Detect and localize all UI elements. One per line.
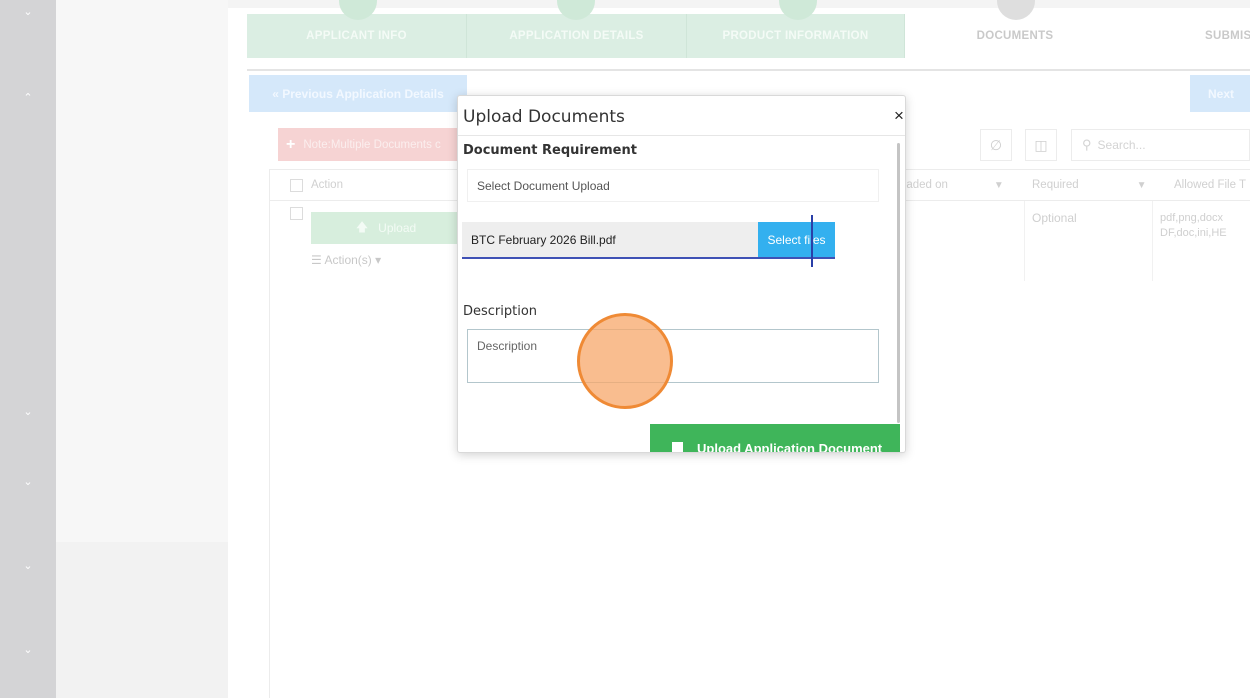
columns-icon: ◫ — [1034, 136, 1048, 153]
close-icon[interactable]: × — [894, 106, 904, 126]
chevron-down-icon[interactable]: ⌄ — [20, 558, 36, 574]
description-placeholder: Description — [477, 339, 538, 353]
hamburger-icon: ☰ — [311, 253, 322, 267]
step-applicant-info[interactable]: APPLICANT INFO — [247, 0, 467, 58]
next-step-button[interactable]: Next — [1190, 75, 1250, 112]
header-label: Allowed File T — [1174, 179, 1247, 191]
save-icon — [672, 442, 683, 452]
steps-divider — [247, 69, 1250, 71]
chevron-down-icon[interactable]: ⌄ — [20, 404, 36, 420]
cell-required: Optional — [1032, 211, 1077, 225]
header-required[interactable]: Required ▼ — [1032, 170, 1147, 200]
text-cursor — [811, 215, 813, 267]
chevron-up-icon[interactable]: ⌃ — [20, 90, 36, 106]
step-label: PRODUCT INFORMATION — [722, 30, 869, 42]
header-allowed-file-types[interactable]: Allowed File T — [1174, 170, 1246, 200]
step-indicator — [557, 0, 595, 20]
row-actions-menu[interactable]: ☰ Action(s) ▾ — [311, 253, 381, 267]
upload-application-document-button[interactable]: Upload Application Document — [650, 424, 900, 453]
chevron-down-icon[interactable]: ⌄ — [20, 474, 36, 490]
upload-label: Upload — [378, 221, 417, 235]
step-application-details[interactable]: APPLICATION DETAILS — [467, 0, 687, 58]
header-action[interactable]: Action — [290, 170, 343, 200]
refresh-icon: ∅ — [989, 136, 1003, 153]
upload-documents-modal: Upload Documents × Document Requirement … — [457, 95, 906, 453]
note-button[interactable]: + Note:Multiple Documents c — [278, 128, 458, 161]
refresh-button[interactable]: ∅ — [980, 129, 1012, 161]
side-nav-panel — [56, 0, 228, 542]
header-uploaded-on[interactable]: ploaded on ▼ — [891, 170, 1004, 200]
modal-title: Upload Documents — [463, 107, 625, 127]
search-placeholder: Search... — [1097, 138, 1146, 152]
row-checkbox[interactable] — [290, 207, 303, 220]
step-label: APPLICANT INFO — [306, 30, 407, 42]
modal-scrollbar[interactable] — [897, 143, 900, 423]
search-icon: ⚲ — [1082, 137, 1092, 152]
step-indicator — [339, 0, 377, 20]
previous-step-button[interactable]: « Previous Application Details — [249, 75, 467, 112]
step-product-information[interactable]: PRODUCT INFORMATION — [687, 0, 905, 58]
selected-file-field[interactable]: BTC February 2026 Bill.pdf — [462, 222, 758, 259]
column-divider — [1024, 201, 1025, 281]
submit-label: Upload Application Document — [697, 441, 883, 453]
header-label: Required — [1032, 179, 1079, 191]
filter-icon[interactable]: ▼ — [994, 180, 1004, 191]
description-label: Description — [463, 304, 538, 319]
description-field[interactable]: Description — [467, 329, 879, 383]
columns-button[interactable]: ◫ — [1025, 129, 1057, 161]
document-requirement-label: Document Requirement — [463, 143, 637, 158]
wizard-steps: APPLICANT INFO APPLICATION DETAILS PRODU… — [247, 0, 1250, 58]
upload-arrow-icon: 🡅 — [355, 219, 369, 234]
row-upload-button[interactable]: 🡅 Upload — [311, 212, 461, 244]
note-label: Note:Multiple Documents c — [303, 138, 441, 151]
select-files-button[interactable]: Select files — [758, 222, 835, 259]
chevron-down-icon[interactable]: ⌄ — [20, 642, 36, 658]
step-indicator — [997, 0, 1035, 20]
search-input[interactable]: ⚲ Search... — [1071, 129, 1250, 161]
step-indicator — [779, 0, 817, 20]
left-rail: ⌄ ⌃ ⌄ ⌄ ⌄ ⌄ — [0, 0, 56, 698]
chevron-down-icon[interactable]: ⌄ — [20, 4, 36, 20]
step-documents[interactable]: DOCUMENTS — [905, 0, 1125, 58]
filter-icon[interactable]: ▼ — [1137, 180, 1147, 191]
actions-label: Action(s) — [324, 253, 372, 267]
caret-down-icon: ▾ — [375, 253, 382, 267]
step-label: APPLICATION DETAILS — [509, 30, 644, 42]
modal-header: Upload Documents × — [458, 96, 905, 136]
cell-allowed-file-types: pdf,png,docx DF,doc,ini,HE — [1160, 212, 1227, 239]
plus-icon: + — [286, 135, 296, 153]
top-strip — [228, 0, 1250, 8]
header-label: Action — [311, 179, 343, 191]
step-submission[interactable]: SUBMIS — [1125, 14, 1250, 58]
select-all-checkbox[interactable] — [290, 178, 303, 192]
column-divider — [1152, 201, 1153, 281]
document-requirement-select[interactable]: Select Document Upload — [467, 169, 879, 202]
step-label: DOCUMENTS — [976, 30, 1054, 42]
step-label: SUBMIS — [1205, 30, 1250, 42]
